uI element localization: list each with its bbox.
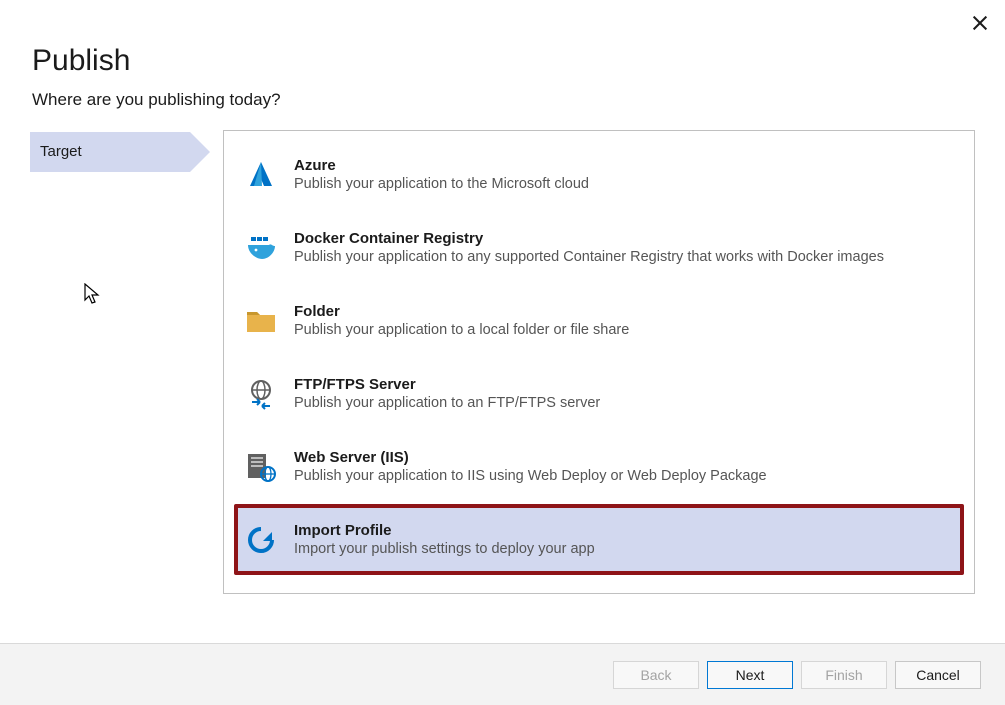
wizard-sidebar: Target xyxy=(30,130,195,594)
target-iis[interactable]: Web Server (IIS) Publish your applicatio… xyxy=(234,431,964,502)
page-subtitle: Where are you publishing today? xyxy=(32,90,973,110)
target-azure[interactable]: Azure Publish your application to the Mi… xyxy=(234,139,964,210)
target-desc: Publish your application to an FTP/FTPS … xyxy=(294,395,600,411)
folder-icon xyxy=(244,304,278,338)
target-title: Docker Container Registry xyxy=(294,230,884,247)
target-folder[interactable]: Folder Publish your application to a loc… xyxy=(234,285,964,356)
cancel-button[interactable]: Cancel xyxy=(895,661,981,689)
docker-icon xyxy=(244,231,278,265)
target-title: Web Server (IIS) xyxy=(294,449,767,466)
target-title: Folder xyxy=(294,303,629,320)
target-desc: Publish your application to IIS using We… xyxy=(294,468,767,484)
target-import-profile[interactable]: Import Profile Import your publish setti… xyxy=(234,504,964,575)
target-desc: Publish your application to any supporte… xyxy=(294,249,884,265)
import-icon xyxy=(244,523,278,557)
page-title: Publish xyxy=(32,44,973,78)
target-title: FTP/FTPS Server xyxy=(294,376,600,393)
azure-icon xyxy=(244,158,278,192)
close-icon[interactable] xyxy=(971,14,989,32)
iis-icon xyxy=(244,450,278,484)
target-ftp[interactable]: FTP/FTPS Server Publish your application… xyxy=(234,358,964,429)
back-button: Back xyxy=(613,661,699,689)
target-desc: Publish your application to the Microsof… xyxy=(294,176,589,192)
target-docker[interactable]: Docker Container Registry Publish your a… xyxy=(234,212,964,283)
next-button[interactable]: Next xyxy=(707,661,793,689)
finish-button: Finish xyxy=(801,661,887,689)
target-title: Import Profile xyxy=(294,522,595,539)
target-list: Azure Publish your application to the Mi… xyxy=(223,130,975,594)
ftp-icon xyxy=(244,377,278,411)
wizard-step-label: Target xyxy=(40,143,82,160)
target-desc: Import your publish settings to deploy y… xyxy=(294,541,595,557)
wizard-footer: Back Next Finish Cancel xyxy=(0,643,1005,705)
wizard-step-target[interactable]: Target xyxy=(30,132,190,172)
target-title: Azure xyxy=(294,157,589,174)
target-desc: Publish your application to a local fold… xyxy=(294,322,629,338)
